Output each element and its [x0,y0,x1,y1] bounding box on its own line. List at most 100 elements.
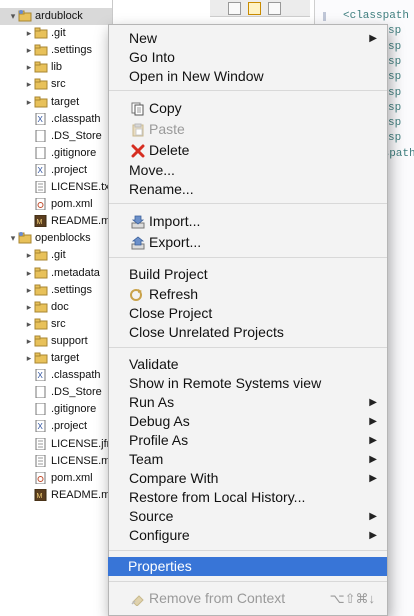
tree-item[interactable]: .DS_Store [0,128,112,145]
tree-item[interactable]: ▸ lib [0,59,112,76]
menu-item-close-unrelated-projects[interactable]: Close Unrelated Projects [109,323,387,342]
menu-item-export[interactable]: Export... [109,233,387,252]
svg-text:M: M [37,219,43,226]
menu-separator [109,90,387,91]
tree-item-label: .DS_Store [51,386,102,399]
tree-item[interactable]: ▸ .metadata [0,265,112,282]
tree-item-label: target [51,95,80,108]
collapse-arrow-icon[interactable]: ▸ [24,299,34,316]
xml-file-icon: X [34,112,48,125]
menu-item-go-into[interactable]: Go Into [109,48,387,67]
menu-item-properties[interactable]: Properties [108,557,387,576]
remove-context-icon [131,592,145,607]
tree-item[interactable]: ▾ ardublock [0,8,112,25]
menu-item-import[interactable]: Import... [109,212,387,231]
tree-item-label: lib [51,61,63,74]
folder-icon [34,96,48,108]
menu-item-label: Source [129,508,174,524]
menu-item-restore-from-local-history[interactable]: Restore from Local History... [109,488,387,507]
menu-item-label: Profile As [129,432,189,448]
tree-item[interactable]: ▸ target [0,94,112,111]
collapse-arrow-icon[interactable]: ▸ [24,94,34,111]
menu-item-remove-from-context: Remove from Context ⌥⇧⌘↓ [109,589,387,608]
menu-item-build-project[interactable]: Build Project [109,265,387,284]
menu-item-copy[interactable]: Copy [109,99,387,118]
collapse-all-button[interactable] [228,2,241,15]
tree-item[interactable]: M README.md [0,213,112,230]
menu-item-label: Paste [149,121,185,137]
tree-item[interactable]: LICENSE.md [0,453,112,470]
menu-item-new[interactable]: New ▶ [109,29,387,48]
menu-item-run-as[interactable]: Run As ▶ [109,393,387,412]
tree-item[interactable]: X .classpath [0,367,112,384]
tree-item[interactable]: ▸ .settings [0,282,112,299]
menu-item-refresh[interactable]: Refresh [109,285,387,304]
menu-item-compare-with[interactable]: Compare With ▶ [109,469,387,488]
tree-item-label: support [51,334,88,347]
tree-item[interactable]: .DS_Store [0,384,112,401]
link-with-editor-button[interactable] [248,2,261,15]
tree-item[interactable]: X .project [0,162,112,179]
context-menu: New ▶ Go Into Open in New Window Copy Pa… [108,24,388,616]
collapse-arrow-icon[interactable]: ▸ [24,333,34,350]
file-icon [34,129,48,142]
menu-item-show-in-remote-systems[interactable]: Show in Remote Systems view [109,374,387,393]
paste-icon [131,123,145,137]
menu-separator [109,581,387,582]
collapse-arrow-icon[interactable]: ▸ [24,265,34,282]
menu-item-move[interactable]: Move... [109,161,387,180]
tree-item-label: .gitignore [51,403,97,416]
tree-item[interactable]: LICENSE.jfree [0,436,112,453]
menu-item-rename[interactable]: Rename... [109,180,387,199]
menu-item-delete[interactable]: Delete [109,141,387,160]
menu-item-label: Close Project [129,305,213,321]
menu-item-profile-as[interactable]: Profile As ▶ [109,431,387,450]
tree-item[interactable]: ▸ support [0,333,112,350]
collapse-arrow-icon[interactable]: ▸ [24,350,34,367]
tree-item[interactable]: ▸ src [0,76,112,93]
menu-separator [109,257,387,258]
menu-item-close-project[interactable]: Close Project [109,304,387,323]
tree-item[interactable]: ▸ target [0,350,112,367]
submenu-arrow-icon: ▶ [369,473,377,484]
menu-item-label: Go Into [129,49,175,65]
tree-item[interactable]: M README.md [0,487,112,504]
menu-item-label: Remove from Context [149,590,286,606]
tree-item-label: .DS_Store [51,129,102,142]
tree-item[interactable]: X .classpath [0,111,112,128]
file-icon [34,386,48,399]
collapse-arrow-icon[interactable]: ▸ [24,247,34,264]
collapse-arrow-icon[interactable]: ▸ [24,316,34,333]
menu-item-configure[interactable]: Configure ▶ [109,526,387,545]
view-menu-button[interactable] [268,2,281,15]
tree-item[interactable]: ▸ doc [0,299,112,316]
tree-item[interactable]: .gitignore [0,145,112,162]
collapse-arrow-icon[interactable]: ▸ [24,25,34,42]
collapse-arrow-icon[interactable]: ▸ [24,282,34,299]
tree-item[interactable]: ▸ .git [0,247,112,264]
tree-item[interactable]: ▸ src [0,316,112,333]
tree-item[interactable]: LICENSE.txt [0,179,112,196]
tree-item[interactable]: .gitignore [0,401,112,418]
menu-item-debug-as[interactable]: Debug As ▶ [109,412,387,431]
menu-item-source[interactable]: Source ▶ [109,507,387,526]
collapse-arrow-icon[interactable]: ▸ [24,42,34,59]
tree-item[interactable]: ▾ openblocks [0,230,112,247]
tree-item[interactable]: X .project [0,418,112,435]
menu-item-team[interactable]: Team ▶ [109,450,387,469]
collapse-arrow-icon[interactable]: ▸ [24,76,34,93]
collapse-arrow-icon[interactable]: ▸ [24,59,34,76]
expand-arrow-icon[interactable]: ▾ [8,8,18,25]
menu-item-label: Restore from Local History... [129,489,306,505]
tree-item[interactable]: ▸ .git [0,25,112,42]
svg-text:M: M [37,493,43,500]
menu-item-open-in-new-window[interactable]: Open in New Window [109,67,387,86]
tree-item[interactable]: pom.xml [0,470,112,487]
folder-icon [34,61,48,73]
expand-arrow-icon[interactable]: ▾ [8,230,18,247]
tree-item[interactable]: pom.xml [0,196,112,213]
tree-item[interactable]: ▸ .settings [0,42,112,59]
menu-item-validate[interactable]: Validate [109,355,387,374]
menu-item-label: Configure [129,527,190,543]
submenu-arrow-icon: ▶ [369,416,377,427]
